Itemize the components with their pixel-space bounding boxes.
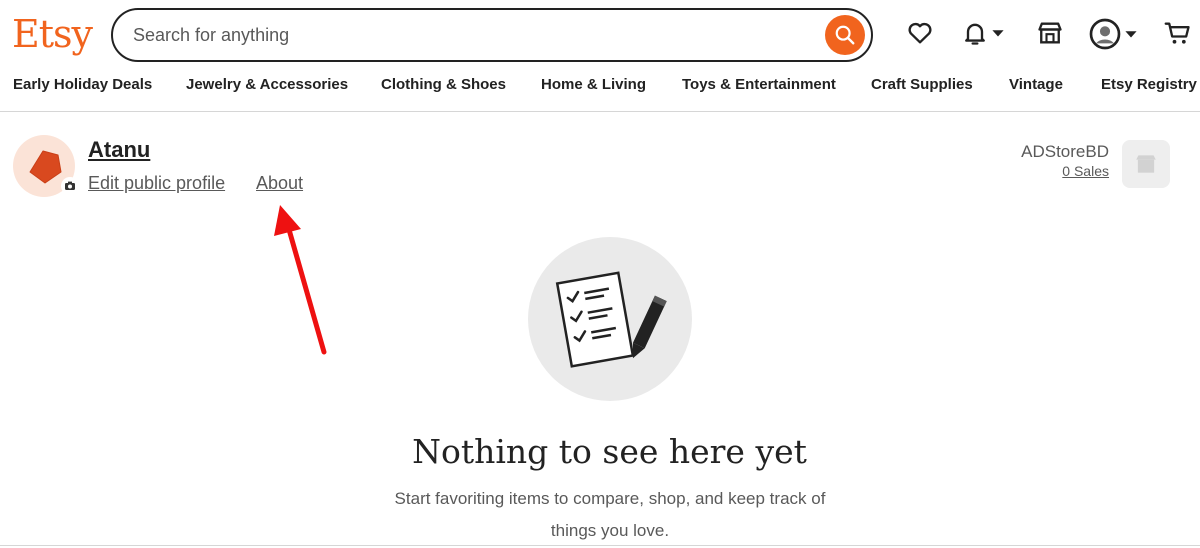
category-clothing-shoes[interactable]: Clothing & Shoes: [381, 76, 506, 93]
empty-state-title: Nothing to see here yet: [412, 432, 807, 471]
shop-thumbnail[interactable]: [1122, 140, 1170, 188]
chevron-down-icon: [1125, 31, 1137, 38]
category-early-holiday-deals[interactable]: Early Holiday Deals: [13, 76, 152, 93]
profile-name[interactable]: Atanu: [88, 137, 150, 163]
empty-state-subtitle: Start favoriting items to compare, shop,…: [394, 489, 826, 540]
search-bar: [111, 8, 873, 62]
category-toys-entertainment[interactable]: Toys & Entertainment: [682, 76, 836, 93]
category-vintage[interactable]: Vintage: [1009, 76, 1063, 93]
camera-icon: [65, 181, 75, 190]
edit-public-profile-link[interactable]: Edit public profile: [88, 173, 225, 194]
shop-icon: [1038, 22, 1062, 44]
etsy-logo[interactable]: Etsy: [12, 12, 93, 56]
search-input[interactable]: [133, 22, 813, 48]
category-craft-supplies[interactable]: Craft Supplies: [871, 76, 973, 93]
category-etsy-registry[interactable]: Etsy Registry: [1101, 76, 1197, 93]
heart-icon: [908, 22, 932, 44]
shop-placeholder-icon: [1136, 155, 1156, 173]
favorites-button[interactable]: [906, 19, 934, 47]
cart-icon: [1164, 22, 1190, 44]
shop-manager-button[interactable]: [1036, 19, 1064, 47]
shop-name: ADStoreBD: [1021, 142, 1109, 161]
shop-sales-link[interactable]: 0 Sales: [1062, 163, 1109, 179]
about-link[interactable]: About: [256, 173, 303, 194]
bell-icon: [965, 23, 985, 45]
category-jewelry-accessories[interactable]: Jewelry & Accessories: [186, 76, 348, 93]
search-button[interactable]: [825, 15, 865, 55]
chevron-down-icon: [992, 30, 1004, 37]
cart-button[interactable]: [1164, 19, 1192, 47]
notifications-button[interactable]: [961, 19, 1005, 47]
category-home-living[interactable]: Home & Living: [541, 76, 646, 93]
checklist-pencil-icon: [555, 271, 667, 368]
empty-state-illustration: [528, 237, 692, 401]
account-menu-button[interactable]: [1089, 18, 1138, 50]
user-avatar-icon: [1089, 18, 1121, 50]
category-nav: Early Holiday Deals Jewelry & Accessorie…: [0, 74, 1200, 98]
header-divider: [0, 111, 1200, 112]
change-photo-button[interactable]: [61, 177, 79, 195]
bottom-divider: [0, 545, 1200, 546]
search-icon: [835, 25, 855, 45]
